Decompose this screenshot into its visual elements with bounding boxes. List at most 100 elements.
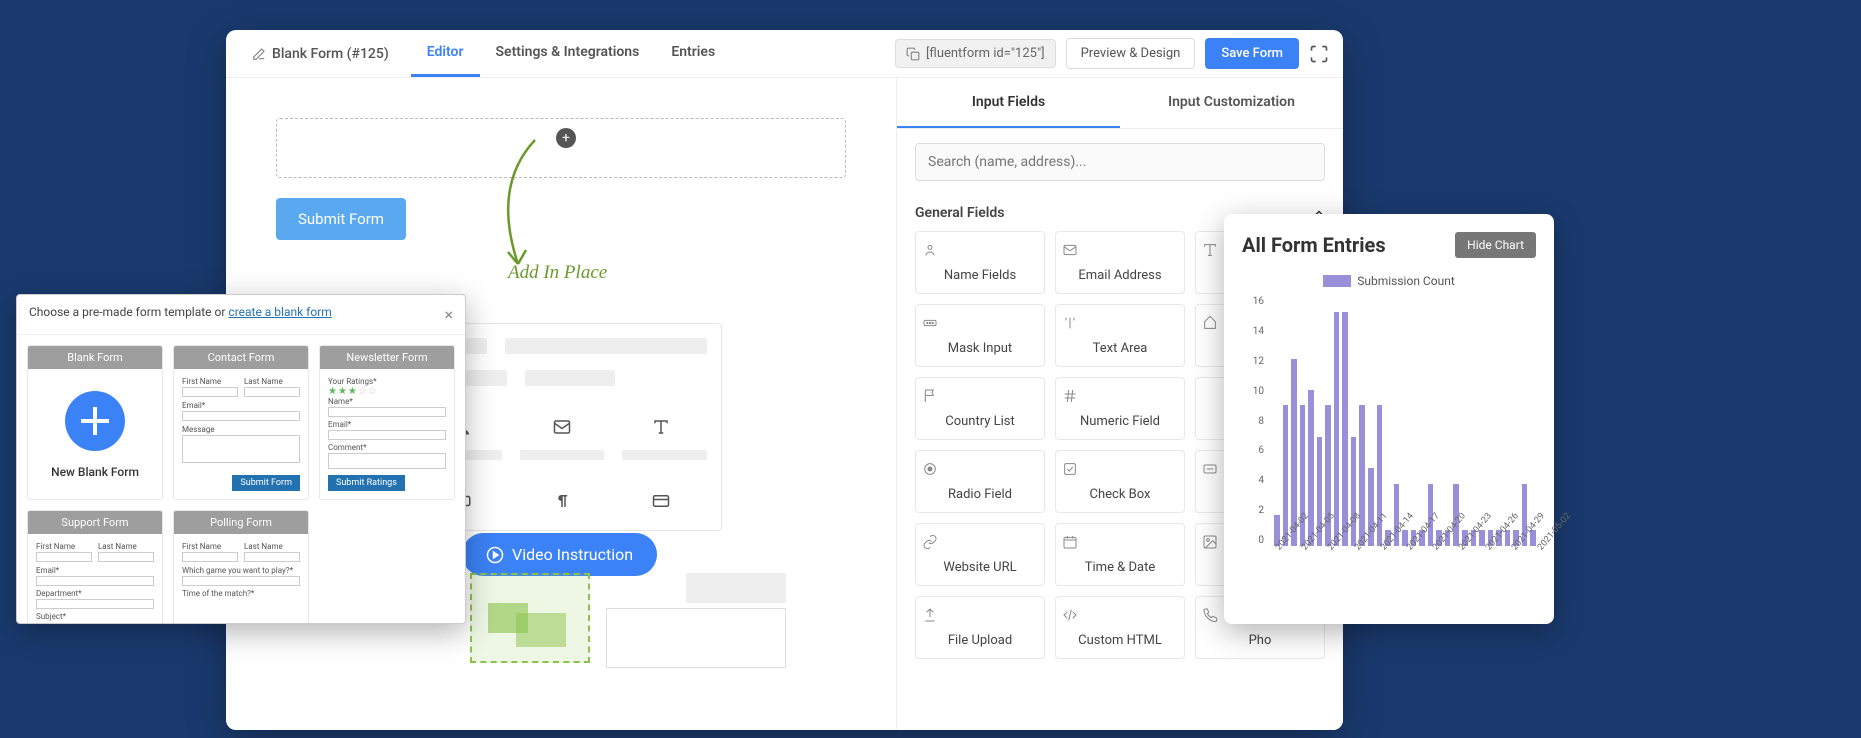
star-rating: ★★★☆☆ <box>328 386 446 397</box>
chart-bar <box>1334 312 1340 546</box>
drag-preview <box>470 573 590 663</box>
field-label: Country List <box>945 414 1015 429</box>
flag-icon <box>922 388 1038 404</box>
nav-tabs: Editor Settings & Integrations Entries <box>411 30 731 77</box>
shortcode-text: [fluentform id="125"] <box>926 46 1045 61</box>
template-card-title: Blank Form <box>28 346 162 369</box>
close-icon[interactable]: × <box>444 305 453 324</box>
template-card-title: Support Form <box>28 511 162 534</box>
user-icon <box>922 242 1038 258</box>
chart-bar <box>1283 405 1289 546</box>
template-card-title: Newsletter Form <box>320 346 454 369</box>
field-label: Custom HTML <box>1078 633 1162 648</box>
editor-header: Blank Form (#125) Editor Settings & Inte… <box>226 30 1343 78</box>
field-check-box[interactable]: Check Box <box>1055 450 1185 513</box>
template-polling-form[interactable]: Polling Form First Name Last Name Which … <box>173 510 309 624</box>
template-contact-form[interactable]: Contact Form First Name Last Name Email*… <box>173 345 309 500</box>
code-icon <box>1062 607 1178 623</box>
template-submit-button: Submit Ratings <box>328 475 405 491</box>
paragraph-icon <box>553 492 571 510</box>
chart-title: All Form Entries <box>1242 233 1386 257</box>
expand-icon[interactable] <box>1309 44 1329 64</box>
plus-icon <box>65 391 125 451</box>
field-radio-field[interactable]: Radio Field <box>915 450 1045 513</box>
field-label: File Upload <box>948 633 1012 648</box>
field-label: Text Area <box>1093 341 1148 356</box>
form-name[interactable]: Blank Form (#125) <box>240 46 401 62</box>
create-blank-link[interactable]: create a blank form <box>228 305 331 319</box>
add-in-place-label: Add In Place <box>508 262 607 284</box>
cal-icon <box>1062 534 1178 550</box>
field-country-list[interactable]: Country List <box>915 377 1045 440</box>
template-modal: Choose a pre-made form template or creat… <box>16 294 466 624</box>
radio-icon <box>922 461 1038 477</box>
play-icon <box>486 546 504 564</box>
field-mask-input[interactable]: Mask Input <box>915 304 1045 367</box>
upload-icon <box>922 607 1038 623</box>
field-text-area[interactable]: Text Area <box>1055 304 1185 367</box>
template-modal-header: Choose a pre-made form template or creat… <box>17 295 465 335</box>
pencil-icon <box>252 47 266 61</box>
video-btn-label: Video Instruction <box>512 545 633 564</box>
template-card-title: Polling Form <box>174 511 308 534</box>
field-label: Pho <box>1249 633 1272 648</box>
link-icon <box>922 534 1038 550</box>
tab-settings[interactable]: Settings & Integrations <box>480 30 656 77</box>
chart-bar <box>1308 390 1314 546</box>
chart-panel: All Form Entries Hide Chart Submission C… <box>1224 214 1554 624</box>
legend-swatch <box>1323 275 1351 287</box>
y-axis: 1614121086420 <box>1244 296 1264 546</box>
chart-bars <box>1274 296 1536 546</box>
field-label: Time & Date <box>1085 560 1156 575</box>
text-icon <box>652 418 670 436</box>
field-email-address[interactable]: Email Address <box>1055 231 1185 294</box>
sidebar-tab-input-fields[interactable]: Input Fields <box>897 78 1120 128</box>
field-label: Numeric Field <box>1080 414 1160 429</box>
hide-chart-button[interactable]: Hide Chart <box>1455 232 1536 258</box>
field-label: Mask Input <box>948 341 1012 356</box>
chart-bar <box>1359 405 1365 546</box>
x-axis: 2021-04-022021-04-052021-04-082021-04-11… <box>1274 546 1536 582</box>
search-input[interactable] <box>915 143 1325 181</box>
chart-bar <box>1342 312 1348 546</box>
template-blank-form[interactable]: Blank Form New Blank Form <box>27 345 163 500</box>
template-newsletter-form[interactable]: Newsletter Form Your Ratings* ★★★☆☆ Name… <box>319 345 455 500</box>
field-label: Website URL <box>943 560 1016 575</box>
shortcode-box[interactable]: [fluentform id="125"] <box>895 39 1056 68</box>
tab-entries[interactable]: Entries <box>655 30 731 77</box>
hash-icon <box>1062 388 1178 404</box>
sidebar-tab-customization[interactable]: Input Customization <box>1120 78 1343 128</box>
check-icon <box>1062 461 1178 477</box>
field-website-url[interactable]: Website URL <box>915 523 1045 586</box>
field-label: Name Fields <box>944 268 1016 283</box>
mail-icon <box>1062 242 1178 258</box>
save-button[interactable]: Save Form <box>1205 38 1299 69</box>
arrow-annotation <box>480 136 570 276</box>
section-title: General Fields <box>915 205 1004 221</box>
field-label: Check Box <box>1090 487 1151 502</box>
chart-legend: Submission Count <box>1242 274 1536 288</box>
copy-icon <box>906 47 920 61</box>
mask-icon <box>922 315 1038 331</box>
field-numeric-field[interactable]: Numeric Field <box>1055 377 1185 440</box>
field-custom-html[interactable]: Custom HTML <box>1055 596 1185 659</box>
ghost-element <box>606 608 786 668</box>
field-time-&-date[interactable]: Time & Date <box>1055 523 1185 586</box>
preview-button[interactable]: Preview & Design <box>1066 38 1196 69</box>
chart-area: 1614121086420 2021-04-022021-04-052021-0… <box>1268 296 1536 576</box>
template-card-title: Contact Form <box>174 346 308 369</box>
video-instruction-button[interactable]: Video Instruction <box>462 533 657 576</box>
template-support-form[interactable]: Support Form First Name Last Name Email*… <box>27 510 163 624</box>
field-file-upload[interactable]: File Upload <box>915 596 1045 659</box>
card-icon <box>652 492 670 510</box>
form-name-text: Blank Form (#125) <box>272 46 389 62</box>
field-label: Email Address <box>1078 268 1161 283</box>
new-blank-label: New Blank Form <box>36 465 154 479</box>
legend-label: Submission Count <box>1357 274 1455 288</box>
form-submit-button[interactable]: Submit Form <box>276 198 406 240</box>
mail-icon <box>553 418 571 436</box>
template-submit-button: Submit Form <box>232 475 300 491</box>
tab-editor[interactable]: Editor <box>411 30 480 77</box>
field-name-fields[interactable]: Name Fields <box>915 231 1045 294</box>
textarea-icon <box>1062 315 1178 331</box>
